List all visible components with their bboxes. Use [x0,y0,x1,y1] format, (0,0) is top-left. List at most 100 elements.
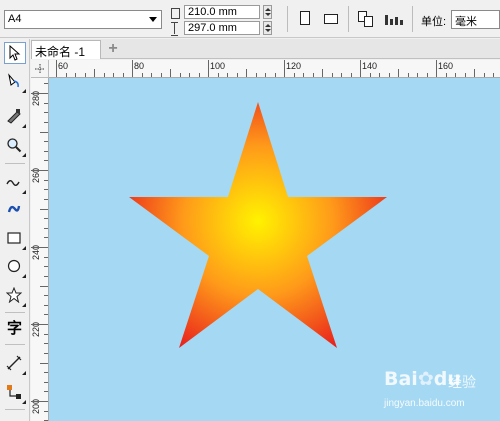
shape-tool[interactable] [4,71,26,93]
all-pages-button[interactable] [355,9,377,29]
dimension-line-icon [6,355,22,371]
ruler-v-tick [44,391,48,393]
page-width-field[interactable]: 210.0 mm [184,4,260,19]
ruler-v-tick [31,93,48,94]
ruler-h-tick [398,69,399,77]
ruler-h-tick [265,73,266,77]
page-width-row: 210.0 mm [170,4,272,19]
ruler-h-tick [322,69,323,77]
star-outline-icon [6,287,22,303]
ruler-h-label: 60 [58,61,69,71]
ellipse-icon [7,259,21,273]
paper-size-value: A4 [8,13,22,25]
tab-untitled-1[interactable]: 未命名 -1 [31,40,101,59]
ruler-h-tick [350,73,352,77]
ruler-v-tick [44,266,48,268]
page-layout-button[interactable] [383,9,405,29]
toolbar-separator [412,6,413,32]
text-tool[interactable]: 字 [4,317,26,339]
ruler-v-tick [44,189,48,191]
page-height-spinner[interactable] [263,20,272,35]
chevron-down-icon [149,17,157,22]
page-height-field[interactable]: 297.0 mm [184,20,260,35]
ruler-v-tick [31,170,48,171]
ruler-h-tick [303,73,304,77]
ruler-h-tick [445,73,447,77]
paper-size-dropdown[interactable]: A4 [4,10,162,29]
pages-icon [358,11,374,27]
ruler-v-tick [44,83,48,85]
ruler-h-label: 140 [362,61,378,71]
ruler-h-tick [84,73,86,77]
ruler-v-tick [44,112,48,114]
paw-icon: ✿ [417,368,434,390]
ruler-h-tick [160,73,162,77]
ruler-h-tick [170,69,171,77]
ruler-h-tick [132,60,133,77]
ruler-h-tick [65,73,67,77]
rectangle-icon [7,232,21,244]
ruler-v-tick [40,285,48,287]
star-fill[interactable] [129,102,387,348]
page-height-row: 297.0 mm [170,20,272,36]
unit-dropdown[interactable]: 毫米 [451,10,500,29]
ruler-h-tick [113,73,114,77]
knife-icon [7,109,21,124]
zoom-tool[interactable] [4,135,26,157]
ruler-v-tick [44,275,48,277]
ruler-v-tick [31,401,48,402]
add-tab-button[interactable]: + [105,41,121,57]
ruler-v-tick [40,131,48,133]
ruler-v-tick [44,381,48,383]
ruler-v-tick [44,198,48,200]
ruler-v-tick [44,227,48,229]
portrait-button[interactable] [294,9,316,29]
ruler-v-tick [44,333,48,335]
ruler-v-tick [44,304,48,306]
ruler-h-tick [388,73,390,77]
ruler-h-tick [464,73,466,77]
ruler-v-tick [44,102,48,104]
ruler-h-tick [141,73,143,77]
ruler-h-tick [436,60,437,77]
ruler-h-tick [189,73,190,77]
rectangle-tool[interactable] [4,228,26,250]
ruler-v-tick [44,295,48,297]
toolbar-separator [348,6,349,32]
ruler-h-tick [312,73,314,77]
ruler-h-tick [379,73,380,77]
freehand-tool[interactable] [4,172,26,194]
portrait-icon [300,11,310,25]
ruler-h-label: 120 [286,61,302,71]
toolbox-divider [5,409,25,410]
ruler-h-tick [122,73,124,77]
dimension-tool[interactable] [4,353,26,375]
polygon-tool[interactable] [4,285,26,307]
landscape-button[interactable] [320,9,342,29]
ruler-v-tick [44,352,48,354]
connector-tool[interactable] [4,382,26,404]
magnifier-icon [7,138,22,153]
arrow-pointer-icon [9,45,21,61]
ellipse-tool[interactable] [4,256,26,278]
watermark-brand: 经验 [448,374,476,390]
horizontal-ruler[interactable]: 60 80 100 120 140 160 [49,60,500,78]
crop-tool[interactable] [4,106,26,128]
toolbox: 字 [0,39,30,421]
page-width-spinner[interactable] [263,4,272,19]
ruler-origin-corner[interactable] [31,60,49,78]
artistic-media-tool[interactable] [4,199,26,221]
ruler-h-tick [360,60,361,77]
ruler-h-tick [103,73,105,77]
brush-stroke-icon [7,205,21,213]
toolbox-divider [5,163,25,164]
pick-tool[interactable] [4,42,26,64]
vertical-ruler[interactable]: 280 260 240 220 200 [31,78,49,421]
ruler-v-tick [44,314,48,316]
crosshair-icon [35,64,45,74]
ruler-h-tick [151,73,152,77]
ruler-h-tick [246,69,247,77]
ruler-h-tick [455,73,456,77]
ruler-v-tick [44,343,48,345]
ruler-v-tick [44,218,48,220]
